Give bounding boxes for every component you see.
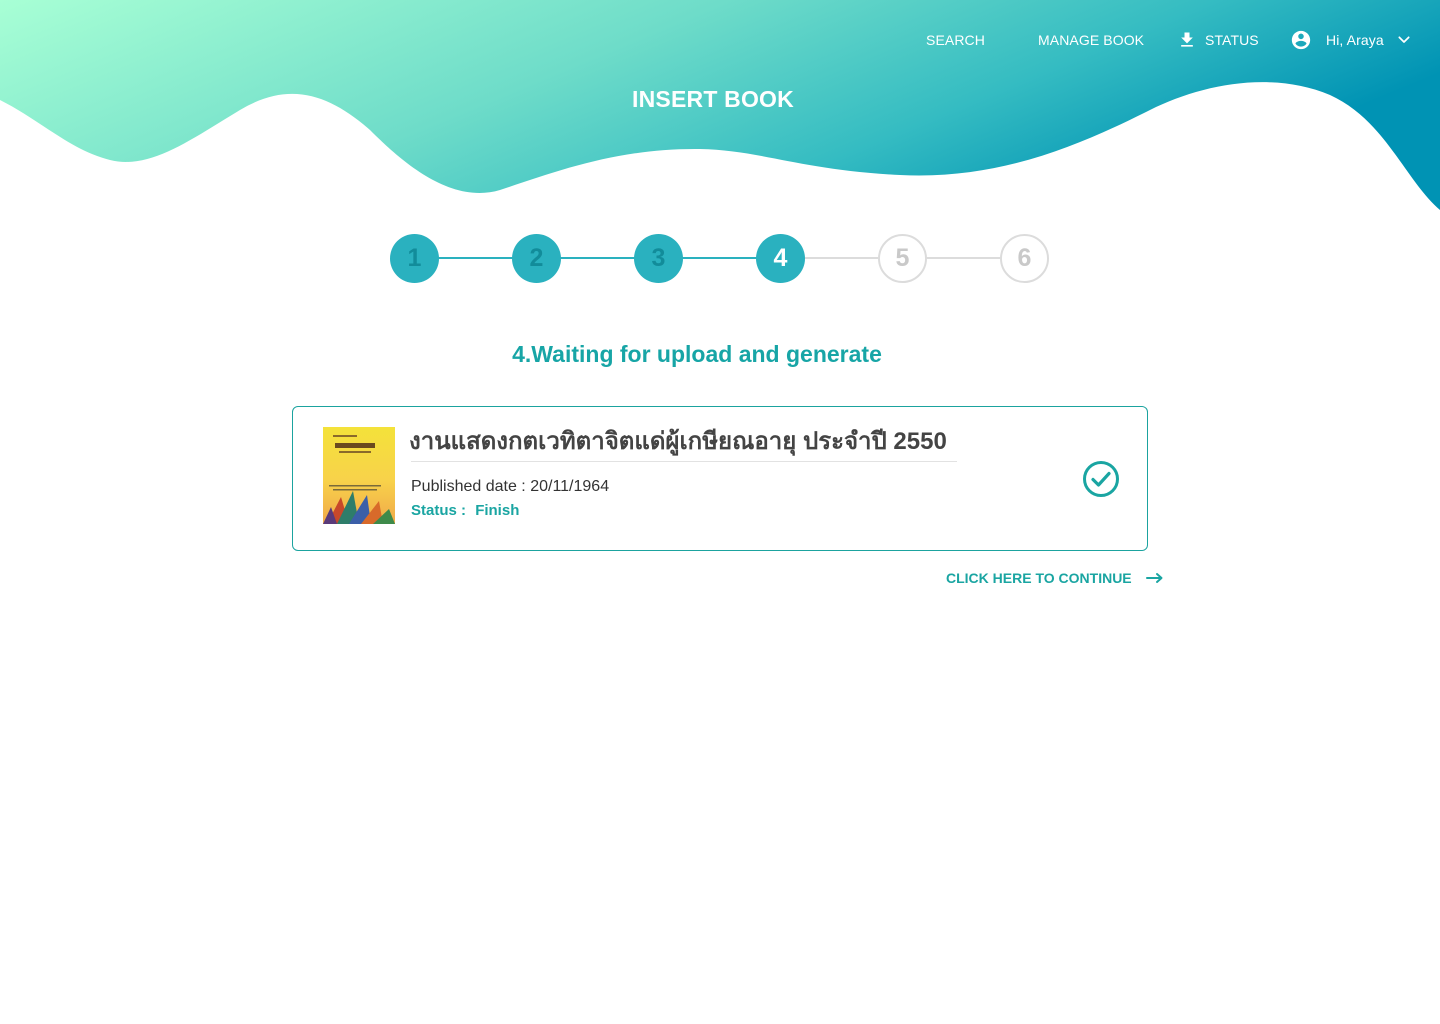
account-circle-icon xyxy=(1291,30,1311,50)
download-icon xyxy=(1181,32,1193,47)
step-connector xyxy=(436,257,514,259)
continue-link[interactable]: CLICK HERE TO CONTINUE xyxy=(946,568,1164,588)
nav-manage-label: MANAGE BOOK xyxy=(1038,32,1145,48)
step-6[interactable]: 6 xyxy=(1000,234,1049,283)
status-line: Status : Finish xyxy=(411,502,519,519)
published-date: Published date : 20/11/1964 xyxy=(411,478,610,495)
step-connector xyxy=(558,257,636,259)
arrow-right-icon xyxy=(1145,573,1163,583)
section-title: 4.Waiting for upload and generate xyxy=(512,341,882,367)
book-card[interactable]: งานแสดงกตเวทิตาจิตแด่ผู้เกษียณอายุ ประจำ… xyxy=(292,406,1148,551)
step-connector xyxy=(924,257,1002,259)
status-label: Status : xyxy=(411,502,467,519)
nav-status[interactable]: STATUS xyxy=(1177,28,1259,52)
divider xyxy=(411,461,957,462)
check-circle-icon xyxy=(1083,461,1119,497)
progress-stepper: 1 2 3 4 5 6 xyxy=(390,234,1050,284)
nav-manage-book[interactable]: MANAGE BOOK xyxy=(1038,28,1144,52)
top-nav: SEARCH MANAGE BOOK STATUS Hi, Araya xyxy=(0,28,1440,52)
step-4[interactable]: 4 xyxy=(756,234,805,283)
book-title: งานแสดงกตเวทิตาจิตแด่ผู้เกษียณอายุ ประจำ… xyxy=(409,428,947,455)
step-3[interactable]: 3 xyxy=(634,234,683,283)
continue-label: CLICK HERE TO CONTINUE xyxy=(946,570,1132,586)
step-2[interactable]: 2 xyxy=(512,234,561,283)
step-connector xyxy=(680,257,758,259)
nav-search-label: SEARCH xyxy=(926,32,985,48)
step-connector xyxy=(802,257,880,259)
user-menu[interactable]: Hi, Araya xyxy=(1290,28,1412,52)
chevron-down-icon[interactable] xyxy=(1396,32,1412,48)
user-greeting: Hi, Araya xyxy=(1326,32,1384,48)
step-1[interactable]: 1 xyxy=(390,234,439,283)
nav-status-label: STATUS xyxy=(1205,32,1259,48)
book-cover-image xyxy=(323,427,395,524)
page-title: INSERT BOOK xyxy=(632,86,794,112)
nav-search[interactable]: SEARCH xyxy=(926,28,985,52)
status-value: Finish xyxy=(475,502,520,519)
step-5[interactable]: 5 xyxy=(878,234,927,283)
